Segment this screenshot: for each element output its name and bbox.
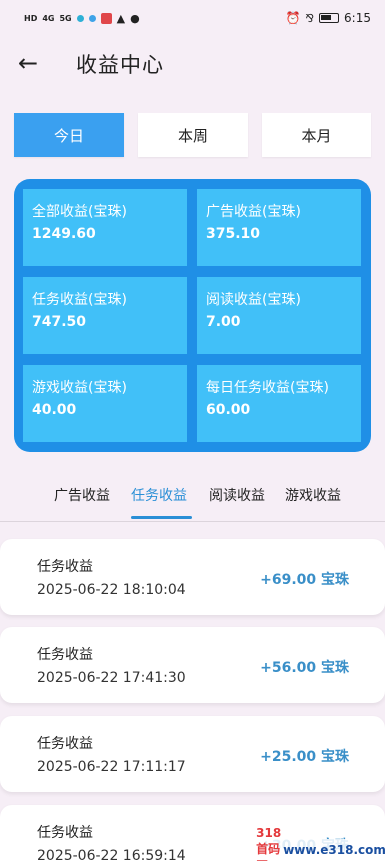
bluetooth-icon: ⅋ — [305, 11, 315, 25]
tab-this-week[interactable]: 本周 — [138, 113, 248, 157]
record-time: 2025-06-22 18:10:04 — [37, 582, 186, 598]
watermark: 318首码网 www.e318.com — [256, 826, 385, 861]
list-item[interactable]: 任务收益 2025-06-22 17:11:17 +25.00 宝珠 — [0, 716, 385, 792]
app-notification-icon — [88, 14, 96, 22]
summary-value: 40.00 — [32, 402, 77, 418]
list-item[interactable]: 任务收益 2025-06-22 17:41:30 +56.00 宝珠 — [0, 627, 385, 703]
summary-value: 60.00 — [206, 402, 251, 418]
summary-label: 任务收益(宝珠) — [32, 292, 127, 308]
watermark-url: www.e318.com — [283, 843, 385, 857]
status-left: HD 4G 5G ▲ ● — [24, 12, 140, 25]
notification-icon: ▲ — [116, 11, 126, 25]
hd-indicator: HD — [24, 13, 38, 23]
back-arrow-icon[interactable]: ← — [16, 48, 40, 78]
earning-type-tabs: 广告收益 任务收益 阅读收益 游戏收益 — [0, 482, 385, 522]
summary-card-games: 游戏收益(宝珠) 40.00 — [23, 365, 187, 442]
summary-value: 375.10 — [206, 226, 261, 242]
summary-label: 游戏收益(宝珠) — [32, 380, 127, 396]
tab-today[interactable]: 今日 — [14, 113, 124, 157]
record-amount: +56.00 宝珠 — [260, 660, 349, 676]
summary-value: 747.50 — [32, 314, 87, 330]
record-amount: +69.00 宝珠 — [260, 572, 349, 588]
record-title: 任务收益 — [37, 647, 93, 663]
summary-value: 1249.60 — [32, 226, 96, 242]
page-title: 收益中心 — [76, 53, 164, 77]
status-right: ⏰ ⅋ 6:15 — [286, 11, 371, 25]
battery-icon — [319, 13, 340, 23]
summary-card-total: 全部收益(宝珠) 1249.60 — [23, 189, 187, 266]
summary-value: 7.00 — [206, 314, 241, 330]
summary-card-ads: 广告收益(宝珠) 375.10 — [197, 189, 361, 266]
tab-this-month[interactable]: 本月 — [262, 113, 371, 157]
record-amount: +25.00 宝珠 — [260, 749, 349, 765]
summary-label: 每日任务收益(宝珠) — [206, 380, 329, 396]
summary-label: 广告收益(宝珠) — [206, 204, 301, 220]
period-tabs: 今日 本周 本月 — [14, 113, 371, 157]
tab-reading-earnings[interactable]: 阅读收益 — [209, 485, 265, 505]
record-time: 2025-06-22 17:41:30 — [37, 670, 186, 686]
list-item[interactable]: 任务收益 2025-06-22 18:10:04 +69.00 宝珠 — [0, 539, 385, 615]
record-time: 2025-06-22 17:11:17 — [37, 759, 186, 775]
tab-task-earnings[interactable]: 任务收益 — [131, 485, 187, 505]
app-header: ← 收益中心 — [0, 40, 385, 86]
record-title: 任务收益 — [37, 559, 93, 575]
status-bar: HD 4G 5G ▲ ● ⏰ ⅋ 6:15 — [0, 0, 385, 36]
signal-5g-icon: 5G — [59, 13, 72, 23]
message-icon: ● — [130, 11, 140, 25]
watermark-brand: 318首码网 — [256, 826, 282, 861]
summary-card-daily-tasks: 每日任务收益(宝珠) 60.00 — [197, 365, 361, 442]
status-time: 6:15 — [344, 11, 371, 25]
tab-game-earnings[interactable]: 游戏收益 — [285, 485, 341, 505]
summary-card-tasks: 任务收益(宝珠) 747.50 — [23, 277, 187, 354]
record-time: 2025-06-22 16:59:14 — [37, 848, 186, 861]
app-badge-icon — [100, 12, 112, 24]
summary-label: 全部收益(宝珠) — [32, 204, 127, 220]
tab-ad-earnings[interactable]: 广告收益 — [54, 485, 110, 505]
active-tab-indicator — [131, 516, 192, 519]
alarm-icon: ⏰ — [285, 11, 301, 25]
record-title: 任务收益 — [37, 825, 93, 841]
summary-card-reading: 阅读收益(宝珠) 7.00 — [197, 277, 361, 354]
summary-label: 阅读收益(宝珠) — [206, 292, 301, 308]
signal-4g-icon: 4G — [42, 13, 55, 23]
record-title: 任务收益 — [37, 736, 93, 752]
earnings-summary-panel: 全部收益(宝珠) 1249.60 广告收益(宝珠) 375.10 任务收益(宝珠… — [14, 179, 371, 452]
wifi-icon — [76, 14, 84, 22]
